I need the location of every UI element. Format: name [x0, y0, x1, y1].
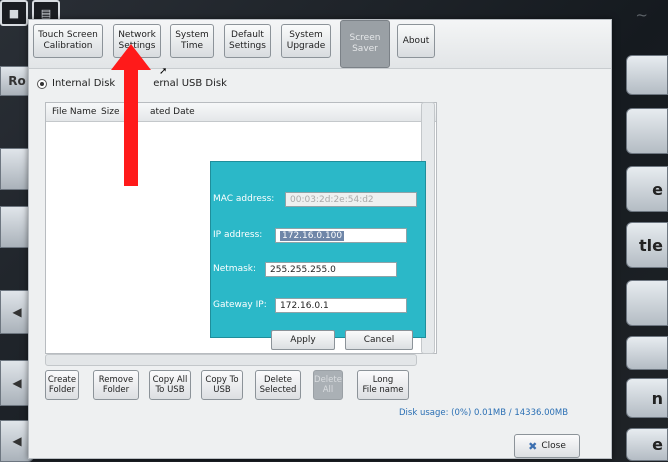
- create-folder-button[interactable]: Create Folder: [45, 370, 79, 400]
- side-right-button-7[interactable]: n: [626, 378, 668, 418]
- netmask-label: Netmask:: [213, 264, 257, 274]
- screen-saver-button[interactable]: Screen Saver: [340, 20, 390, 68]
- side-right-label-1: e: [652, 179, 663, 199]
- internal-disk-label: Internal Disk: [52, 78, 116, 89]
- delete-all-button[interactable]: Delete All: [313, 370, 343, 400]
- side-right-button-8[interactable]: e: [626, 428, 668, 461]
- system-time-button[interactable]: System Time: [170, 24, 214, 58]
- ip-address-value: 172.16.0.100: [280, 230, 345, 241]
- touch-screen-calibration-button[interactable]: Touch Screen Calibration: [33, 24, 103, 58]
- side-right-button-5[interactable]: [626, 280, 668, 326]
- cancel-button[interactable]: Cancel: [345, 330, 413, 350]
- close-icon: ✖: [528, 439, 538, 453]
- ip-address-field[interactable]: 172.16.0.100: [275, 228, 407, 243]
- brand-logo: ~: [635, 6, 648, 24]
- disk-usage: Disk usage: (0%) 0.01MB / 14336.00MB: [399, 408, 569, 418]
- default-settings-button[interactable]: Default Settings: [224, 24, 271, 58]
- gateway-ip-field[interactable]: 172.16.0.1: [275, 298, 407, 313]
- delete-selected-button[interactable]: Delete Selected: [255, 370, 301, 400]
- side-right-label-2: tle: [639, 235, 663, 255]
- side-right-button-1[interactable]: [626, 55, 668, 95]
- side-right-button-3[interactable]: e: [626, 166, 668, 212]
- about-button[interactable]: About: [397, 24, 435, 58]
- side-right-label-3: n: [651, 388, 663, 408]
- red-arrow-annotation: [111, 44, 151, 186]
- side-left-label: Ro: [8, 74, 26, 88]
- system-upgrade-button[interactable]: System Upgrade: [281, 24, 331, 58]
- copy-to-usb-button[interactable]: Copy To USB: [201, 370, 243, 400]
- usb-disk-label[interactable]: ernal USB Disk: [153, 78, 227, 89]
- file-list-header: File Name Size ated Date: [46, 103, 436, 122]
- copy-all-to-usb-button[interactable]: Copy All To USB: [149, 370, 191, 400]
- mac-address-label: MAC address:: [213, 194, 275, 204]
- arrow-shape: [111, 44, 151, 186]
- remove-folder-button[interactable]: Remove Folder: [93, 370, 139, 400]
- long-file-name-button[interactable]: Long File name: [357, 370, 409, 400]
- mouse-cursor-icon: ➚: [159, 66, 168, 77]
- gateway-ip-label: Gateway IP:: [213, 300, 267, 310]
- side-right-button-6[interactable]: [626, 336, 668, 370]
- close-label: Close: [541, 441, 566, 451]
- apply-button[interactable]: Apply: [271, 330, 335, 350]
- column-file-name[interactable]: File Name: [52, 107, 96, 117]
- netmask-field[interactable]: 255.255.255.0: [265, 262, 397, 277]
- network-settings-panel: MAC address: 00:03:2d:2e:54:d2 IP addres…: [210, 161, 426, 350]
- stop-icon[interactable]: ■: [0, 0, 28, 26]
- column-created-date[interactable]: ated Date: [150, 107, 195, 117]
- side-right-label-4: e: [652, 435, 663, 454]
- side-right-button-2[interactable]: [626, 108, 668, 154]
- file-list-horizontal-scrollbar[interactable]: [45, 354, 417, 366]
- internal-disk-radio[interactable]: [37, 78, 47, 89]
- mac-address-field: 00:03:2d:2e:54:d2: [285, 192, 417, 207]
- close-button[interactable]: ✖ Close: [514, 434, 580, 458]
- ip-address-label: IP address:: [213, 230, 263, 240]
- side-right-button-4[interactable]: tle: [626, 222, 668, 268]
